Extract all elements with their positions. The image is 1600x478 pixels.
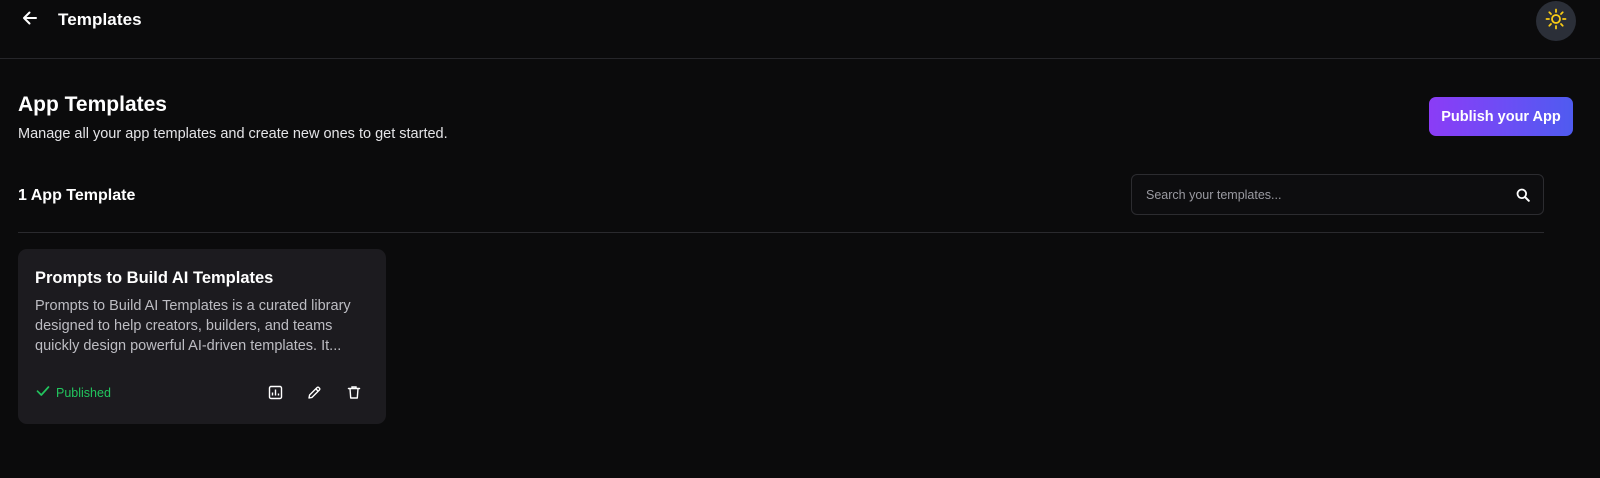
section-divider [18, 232, 1544, 233]
analytics-icon[interactable] [265, 382, 285, 402]
status-label: Published [56, 386, 111, 400]
delete-icon[interactable] [344, 382, 364, 402]
publish-app-button[interactable]: Publish your App [1429, 97, 1573, 136]
page-subtitle: Manage all your app templates and create… [18, 126, 448, 142]
template-card-description: Prompts to Build AI Templates is a curat… [35, 298, 351, 354]
back-button[interactable] [19, 9, 41, 31]
theme-toggle-button[interactable] [1536, 1, 1576, 41]
top-bar: Templates [0, 0, 1600, 59]
template-count: 1 App Template [18, 187, 136, 204]
search-box [1131, 174, 1544, 215]
template-card-title: Prompts to Build AI Templates [35, 269, 274, 287]
check-icon [36, 384, 50, 402]
arrow-left-icon [21, 9, 39, 32]
status-badge: Published [36, 384, 111, 402]
template-card[interactable]: Prompts to Build AI Templates Prompts to… [18, 249, 386, 424]
page-title: App Templates [18, 93, 167, 116]
edit-icon[interactable] [304, 382, 324, 402]
sun-icon [1545, 8, 1567, 35]
search-icon[interactable] [1515, 187, 1531, 203]
page-header-title: Templates [58, 10, 142, 29]
search-input[interactable] [1144, 175, 1494, 214]
